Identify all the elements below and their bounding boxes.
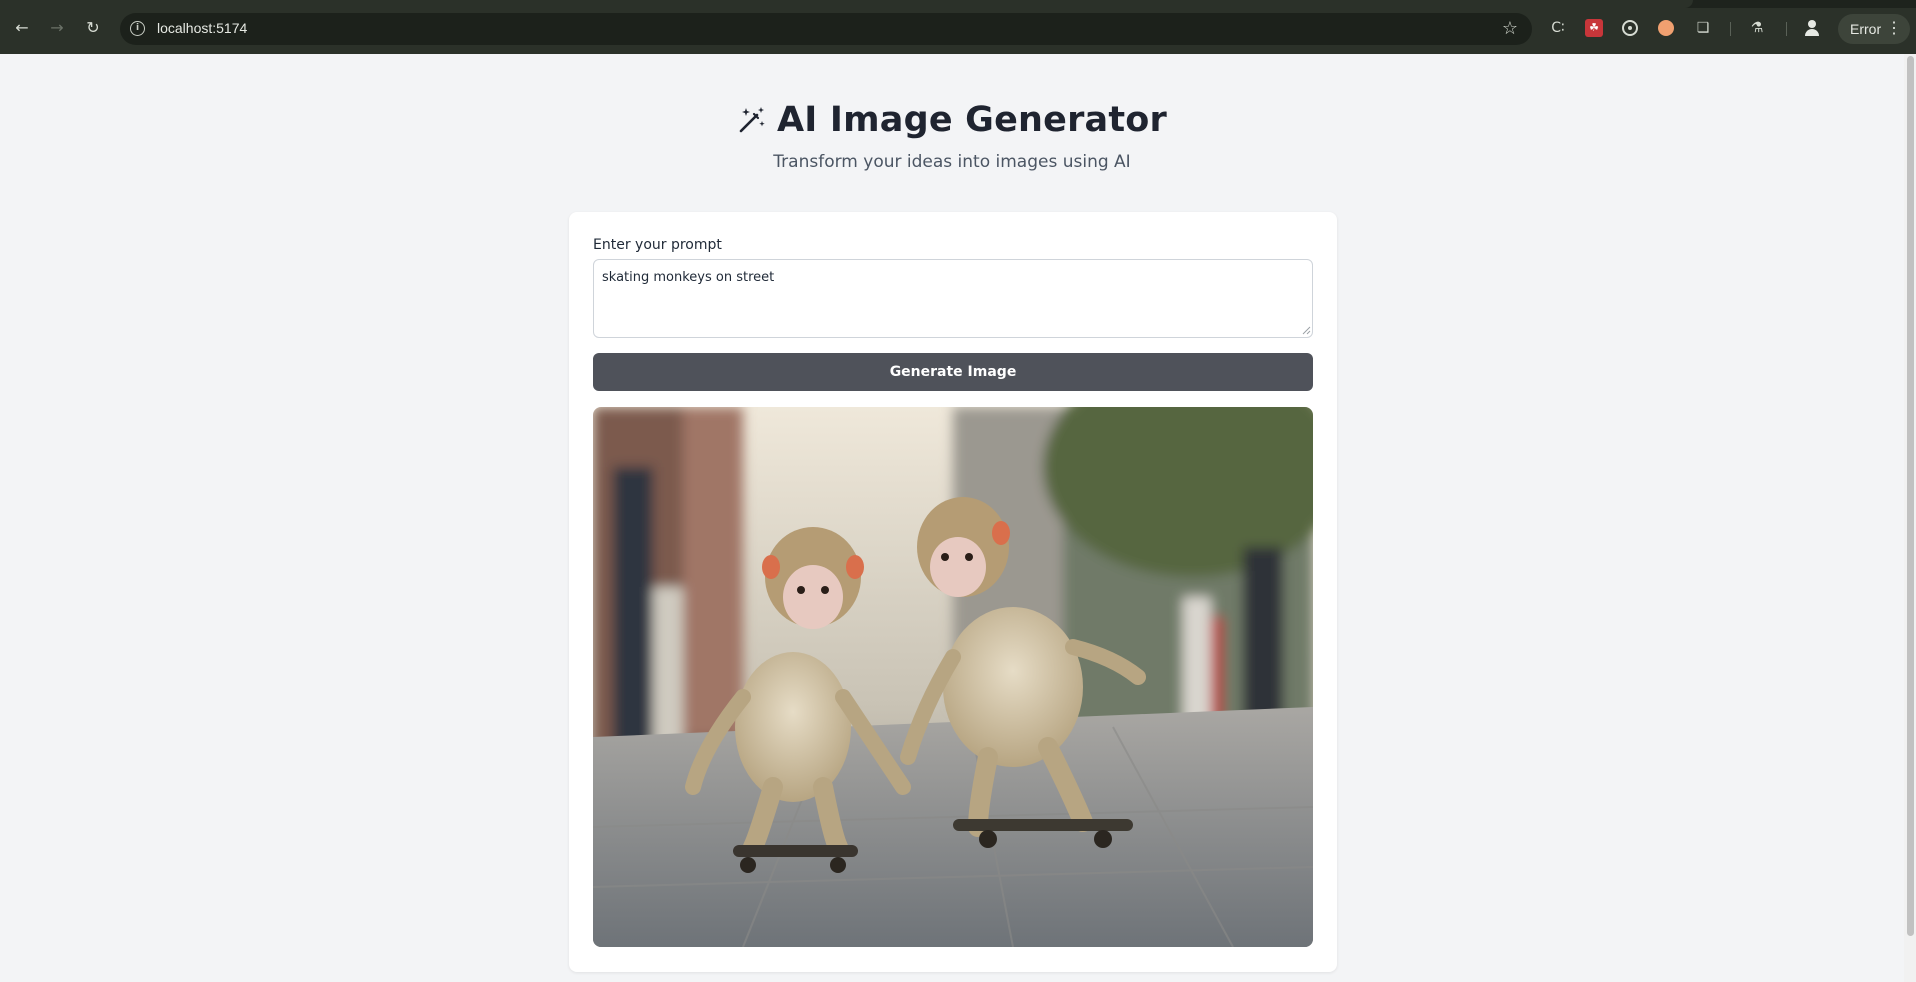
title-row: AI Image Generator — [737, 100, 1167, 140]
extension-owl-icon[interactable] — [1658, 20, 1674, 36]
scrollbar-thumb[interactable] — [1907, 56, 1914, 936]
forward-icon[interactable]: → — [47, 18, 67, 38]
toolbar-divider — [1730, 22, 1731, 36]
generated-image-canvas — [593, 407, 1313, 947]
extensions-icon[interactable]: ❏ — [1694, 19, 1712, 37]
generator-card: Enter your prompt skating monkeys on str… — [569, 212, 1337, 972]
extension-target-icon[interactable] — [1622, 20, 1638, 36]
address-bar[interactable]: i localhost:5174 ☆ — [120, 13, 1532, 45]
browser-toolbar: ← → ↻ i localhost:5174 ☆ C∶ ☘ ❏ ⚗ Error … — [0, 0, 1916, 54]
profile-error-chip[interactable]: Error ⋮ — [1838, 14, 1910, 44]
resize-handle-icon[interactable] — [1302, 326, 1311, 335]
magic-wand-icon — [739, 107, 765, 133]
prompt-input[interactable]: skating monkeys on street — [593, 259, 1313, 338]
generated-image — [593, 407, 1313, 947]
page-scrollbar[interactable] — [1904, 54, 1916, 982]
page-header: AI Image Generator Transform your ideas … — [0, 100, 1904, 172]
page-subtitle: Transform your ideas into images using A… — [773, 152, 1131, 172]
extension-c-icon[interactable]: C∶ — [1549, 19, 1567, 37]
extension-red-icon[interactable]: ☘ — [1585, 19, 1603, 37]
tab-strip — [0, 0, 1916, 8]
page-title: AI Image Generator — [776, 100, 1168, 140]
bookmark-star-icon[interactable]: ☆ — [1502, 18, 1518, 39]
profile-icon[interactable] — [1802, 18, 1822, 38]
reload-icon[interactable]: ↻ — [83, 18, 103, 38]
lab-icon[interactable]: ⚗ — [1748, 19, 1766, 37]
generate-image-button[interactable]: Generate Image — [593, 353, 1313, 391]
kebab-menu-icon[interactable]: ⋮ — [1886, 14, 1902, 44]
url-text[interactable]: localhost:5174 — [157, 20, 247, 36]
back-icon[interactable]: ← — [12, 18, 32, 38]
prompt-label: Enter your prompt — [593, 237, 722, 253]
profile-error-label: Error — [1850, 21, 1882, 37]
toolbar-divider — [1786, 22, 1787, 36]
site-info-icon[interactable]: i — [130, 21, 145, 36]
